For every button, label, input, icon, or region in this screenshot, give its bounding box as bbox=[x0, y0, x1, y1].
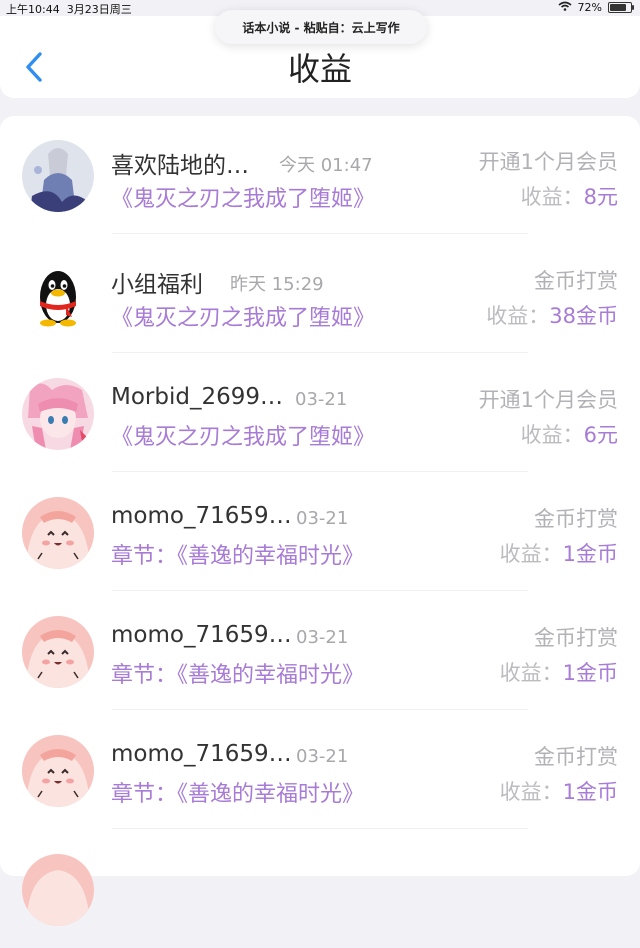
list-item[interactable]: momo_71659… 03-21 章节：《善逸的幸福时光》 金币打赏 收益：1… bbox=[0, 711, 640, 829]
book-title: 《鬼灭之刃之我成了堕姬》 bbox=[111, 306, 376, 331]
avatar bbox=[22, 259, 94, 331]
avatar bbox=[22, 616, 94, 688]
avatar-momo-icon bbox=[22, 616, 94, 688]
user-name: Morbid_2699… bbox=[111, 384, 283, 410]
divider bbox=[112, 352, 528, 353]
timestamp: 03-21 bbox=[296, 746, 349, 767]
wifi-icon bbox=[558, 1, 572, 14]
book-title: 《鬼灭之刃之我成了堕姬》 bbox=[111, 187, 376, 212]
user-name: momo_71659… bbox=[111, 622, 292, 648]
user-name: 喜欢陆地的… bbox=[111, 153, 249, 179]
list-item[interactable]: Morbid_2699… 03-21 《鬼灭之刃之我成了堕姬》 开通1个月会员 … bbox=[0, 354, 640, 472]
book-title: 章节：《善逸的幸福时光》 bbox=[111, 782, 365, 807]
user-name: momo_71659… bbox=[111, 503, 292, 529]
income-list: 喜欢陆地的… 今天 01:47 《鬼灭之刃之我成了堕姬》 开通1个月会员 收益：… bbox=[0, 116, 640, 926]
user-name: momo_71659… bbox=[111, 741, 292, 767]
income-amount: 收益：38金币 bbox=[486, 304, 618, 328]
paste-notification: 话本小说 - 粘贴自：云上写作 bbox=[215, 10, 427, 44]
status-date: 3月23日周三 bbox=[66, 3, 132, 16]
income-type: 金币打赏 bbox=[534, 507, 618, 531]
status-time: 上午10:44 3月23日周三 bbox=[6, 3, 132, 16]
list-item[interactable]: 小组福利 昨天 15:29 《鬼灭之刃之我成了堕姬》 金币打赏 收益：38金币 bbox=[0, 235, 640, 353]
income-type: 开通1个月会员 bbox=[478, 150, 618, 174]
income-type: 开通1个月会员 bbox=[478, 388, 618, 412]
timestamp: 03-21 bbox=[296, 508, 349, 529]
list-item[interactable]: momo_71659… 03-21 章节：《善逸的幸福时光》 金币打赏 收益：1… bbox=[0, 473, 640, 591]
avatar-fantasy-icon bbox=[22, 140, 94, 212]
battery-percent: 72% bbox=[577, 1, 602, 14]
income-type: 金币打赏 bbox=[534, 745, 618, 769]
timestamp: 03-21 bbox=[295, 389, 348, 410]
divider bbox=[112, 471, 528, 472]
timestamp: 03-21 bbox=[296, 627, 349, 648]
avatar bbox=[22, 140, 94, 212]
qq-penguin-icon bbox=[40, 271, 76, 327]
avatar bbox=[22, 854, 94, 926]
status-right: 72% bbox=[558, 1, 634, 14]
page-title: 收益 bbox=[287, 50, 352, 88]
divider bbox=[112, 590, 528, 591]
avatar bbox=[22, 378, 94, 450]
income-amount: 收益：1金币 bbox=[499, 780, 618, 804]
avatar-momo-icon bbox=[22, 854, 94, 926]
list-item[interactable] bbox=[0, 830, 640, 948]
income-amount: 收益：1金币 bbox=[499, 542, 618, 566]
list-item[interactable]: 喜欢陆地的… 今天 01:47 《鬼灭之刃之我成了堕姬》 开通1个月会员 收益：… bbox=[0, 116, 640, 234]
divider bbox=[112, 233, 528, 234]
book-title: 章节：《善逸的幸福时光》 bbox=[111, 544, 365, 569]
income-type: 金币打赏 bbox=[534, 269, 618, 293]
avatar-momo-icon bbox=[22, 735, 94, 807]
timestamp: 昨天 15:29 bbox=[230, 274, 324, 295]
income-type: 金币打赏 bbox=[534, 626, 618, 650]
battery-icon bbox=[608, 2, 634, 13]
list-item[interactable]: momo_71659… 03-21 章节：《善逸的幸福时光》 金币打赏 收益：1… bbox=[0, 592, 640, 710]
book-title: 章节：《善逸的幸福时光》 bbox=[111, 663, 365, 688]
user-name: 小组福利 bbox=[111, 272, 203, 298]
avatar bbox=[22, 497, 94, 569]
divider bbox=[112, 709, 528, 710]
income-amount: 收益：6元 bbox=[520, 423, 618, 447]
book-title: 《鬼灭之刃之我成了堕姬》 bbox=[111, 425, 376, 450]
avatar bbox=[22, 735, 94, 807]
income-amount: 收益：8元 bbox=[520, 185, 618, 209]
avatar-pink-anime-icon bbox=[22, 378, 94, 450]
avatar-momo-icon bbox=[22, 497, 94, 569]
divider bbox=[112, 828, 528, 829]
paste-notification-text: 话本小说 - 粘贴自：云上写作 bbox=[242, 20, 400, 35]
income-amount: 收益：1金币 bbox=[499, 661, 618, 685]
timestamp: 今天 01:47 bbox=[279, 155, 373, 176]
